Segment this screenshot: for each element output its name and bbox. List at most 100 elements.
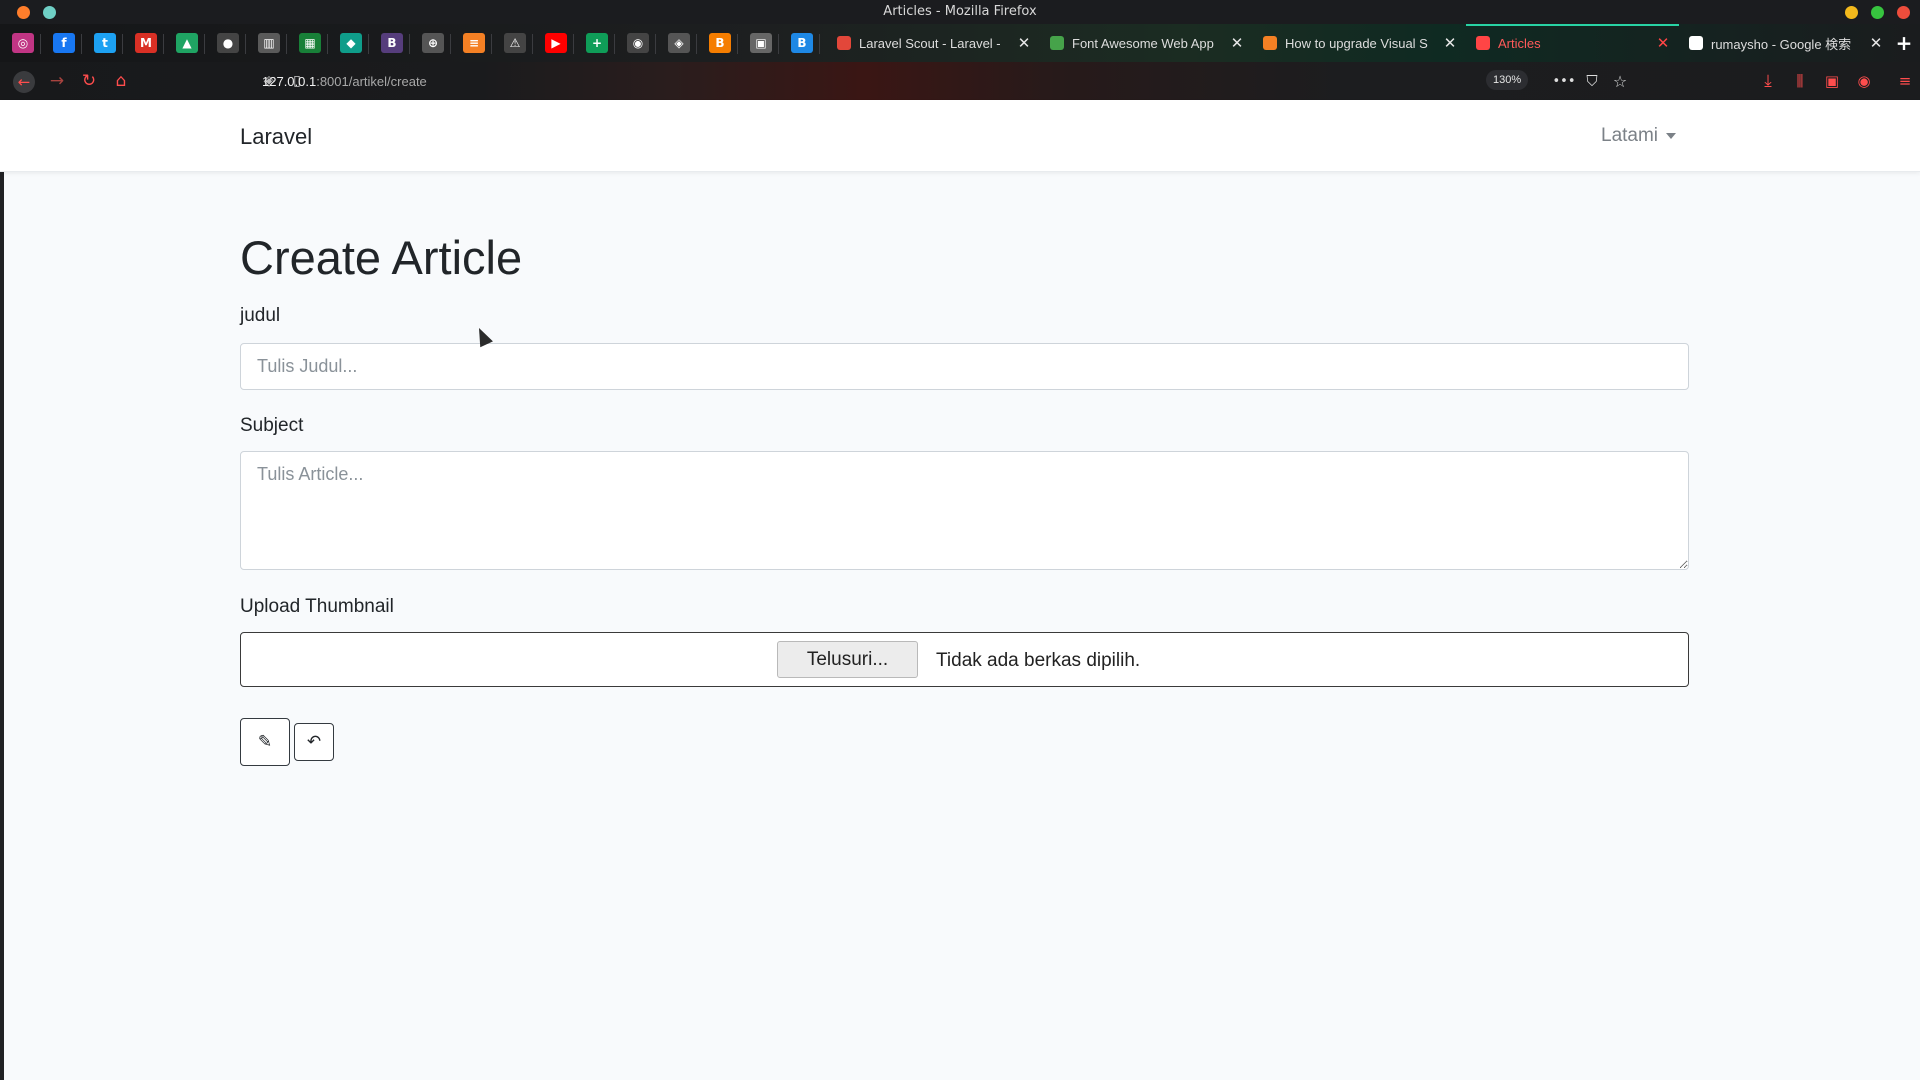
globe-icon[interactable]: ⊕ <box>422 33 444 53</box>
active-tab-indicator <box>1466 24 1679 26</box>
b-blue-icon[interactable]: B <box>791 33 813 53</box>
url-path: :8001/artikel/create <box>316 73 427 89</box>
tab-separator <box>81 34 82 54</box>
new-tab-button[interactable]: + <box>1893 31 1915 55</box>
browser-tab[interactable]: rumaysho - Google 検索 ✕ <box>1679 24 1892 62</box>
url-bar[interactable]: 127.0.0.1:8001/artikel/create <box>262 70 427 92</box>
minimize-button[interactable] <box>1845 6 1858 19</box>
browser-tab[interactable]: How to upgrade Visual S ✕ <box>1253 24 1466 62</box>
google-drive-icon[interactable]: ▲ <box>176 33 198 53</box>
trello-icon[interactable]: ▥ <box>258 33 280 53</box>
forward-icon[interactable]: → <box>47 71 67 91</box>
tab-favicon-icon <box>1689 36 1703 50</box>
tab-favicon-icon <box>1263 36 1277 50</box>
gmail-icon[interactable]: M <box>135 33 157 53</box>
tab-separator <box>286 34 287 54</box>
maximize-button[interactable] <box>1871 6 1884 19</box>
tab-separator <box>614 34 615 54</box>
tab-separator <box>696 34 697 54</box>
tab-strip: ◎ f t M ▲ ● ▥ ▦ ◆ B ⊕ ≡ ⚠ ▶ + ◉ ◈ B ▣ B Laravel Scout - Lara… <box>0 24 1920 62</box>
tab-separator <box>163 34 164 54</box>
browser-tab[interactable]: Laravel Scout - Laravel - ✕ <box>827 24 1040 62</box>
title-label: judul <box>240 305 281 326</box>
tab-close-icon[interactable]: ✕ <box>1014 34 1034 52</box>
tab-close-icon[interactable]: ✕ <box>1227 34 1247 52</box>
submit-button[interactable]: ✎ <box>240 718 290 766</box>
tab-separator <box>409 34 410 54</box>
tab-label: Laravel Scout - Laravel - <box>859 35 1001 51</box>
tab-label: rumaysho - Google 検索 <box>1711 36 1852 52</box>
youtube-icon[interactable]: ▶ <box>545 33 567 53</box>
instagram-icon[interactable]: ◎ <box>12 33 34 53</box>
close-window-button[interactable] <box>1897 6 1910 19</box>
downloads-icon[interactable]: ⤓ <box>1758 71 1778 91</box>
circle-check-icon[interactable]: ◉ <box>627 33 649 53</box>
stackoverflow-icon[interactable]: ≡ <box>463 33 485 53</box>
tab-favicon-icon <box>1050 36 1064 50</box>
undo-arrow-icon: ↶ <box>306 732 322 752</box>
page-actions-icon[interactable]: ••• <box>1553 71 1576 91</box>
twitter-icon[interactable]: t <box>94 33 116 53</box>
facebook-icon[interactable]: f <box>53 33 75 53</box>
reload-icon[interactable]: ↻ <box>79 71 99 91</box>
tab-favicon-icon <box>1476 36 1490 50</box>
tab-separator <box>573 34 574 54</box>
caret-down-icon <box>1666 133 1677 139</box>
user-name: Latami <box>1601 125 1659 146</box>
back-button[interactable]: ↶ <box>294 723 334 761</box>
file-status-text: Tidak ada berkas dipilih. <box>936 650 1141 671</box>
tab-separator <box>450 34 451 54</box>
diamond-icon[interactable]: ◈ <box>668 33 690 53</box>
tab-close-icon[interactable]: ✕ <box>1866 34 1886 52</box>
subject-label: Subject <box>240 415 304 436</box>
github-icon[interactable]: ● <box>217 33 239 53</box>
tab-close-icon[interactable]: ✕ <box>1440 34 1460 52</box>
window-titlebar: Articles - Mozilla Firefox <box>0 0 1920 24</box>
page-title: Create Article <box>240 231 523 284</box>
codepen-icon[interactable]: ◆ <box>340 33 362 53</box>
tab-separator <box>655 34 656 54</box>
plus-sheet-icon[interactable]: + <box>586 33 608 53</box>
pocket-icon[interactable]: ⛉ <box>1582 71 1602 91</box>
sidebar-icon[interactable]: ▣ <box>1822 71 1842 91</box>
browse-button[interactable]: Telusuri... <box>777 641 918 678</box>
tab-separator <box>245 34 246 54</box>
home-icon[interactable]: ⌂ <box>111 71 131 91</box>
window-title: Articles - Mozilla Firefox <box>883 4 1037 19</box>
tab-separator <box>40 34 41 54</box>
account-icon[interactable]: ◉ <box>1854 71 1874 91</box>
tab-favicon-icon <box>837 36 851 50</box>
back-icon[interactable]: ← <box>13 71 35 93</box>
menu-icon[interactable]: ≡ <box>1895 71 1915 91</box>
pencil-icon: ✎ <box>257 732 273 752</box>
tab-label: Font Awesome Web App <box>1072 35 1214 51</box>
brand-link[interactable]: Laravel <box>240 124 312 150</box>
window-edge <box>0 100 4 1080</box>
tab-separator <box>327 34 328 54</box>
tab-separator <box>122 34 123 54</box>
page-icon[interactable]: ▣ <box>750 33 772 53</box>
bookmark-star-icon[interactable]: ☆ <box>1610 71 1630 91</box>
url-host: 127.0.0.1 <box>262 73 317 89</box>
browser-tab[interactable]: Articles ✕ <box>1466 24 1679 62</box>
bootstrap-icon[interactable]: B <box>381 33 403 53</box>
sheets-icon[interactable]: ▦ <box>299 33 321 53</box>
tab-close-icon[interactable]: ✕ <box>1653 34 1673 52</box>
zoom-indicator[interactable]: 130% <box>1486 70 1529 90</box>
tab-label: How to upgrade Visual S <box>1285 35 1428 51</box>
tab-separator <box>204 34 205 54</box>
tab-separator <box>368 34 369 54</box>
browser-tab[interactable]: Font Awesome Web App ✕ <box>1040 24 1253 62</box>
user-dropdown[interactable]: Latami <box>1601 125 1677 147</box>
warning-icon[interactable]: ⚠ <box>504 33 526 53</box>
blogger-icon[interactable]: B <box>709 33 731 53</box>
upload-label: Upload Thumbnail <box>240 596 394 617</box>
subject-textarea[interactable] <box>240 451 1689 570</box>
library-icon[interactable]: ⫼ <box>1790 71 1810 91</box>
tab-label: Articles <box>1498 35 1541 51</box>
title-input[interactable] <box>240 343 1689 390</box>
tab-separator <box>819 34 820 54</box>
tab-separator <box>532 34 533 54</box>
tab-separator <box>778 34 779 54</box>
tab-separator <box>737 34 738 54</box>
